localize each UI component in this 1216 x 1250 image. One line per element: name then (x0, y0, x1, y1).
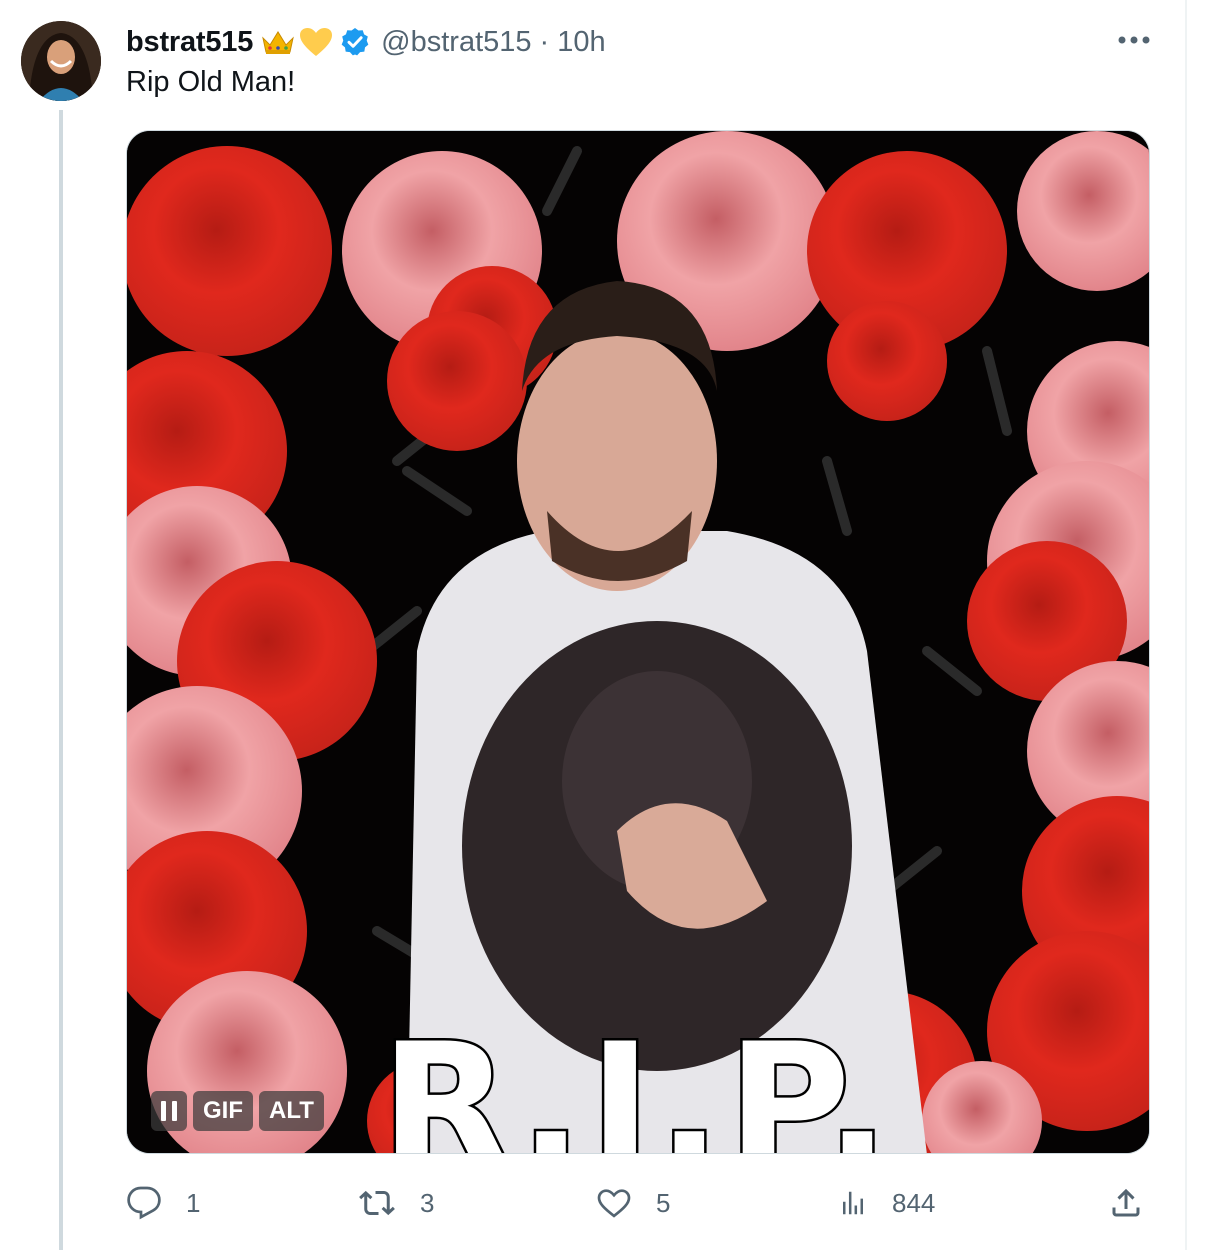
alt-text-button[interactable]: ALT (259, 1091, 324, 1131)
timestamp[interactable]: 10h (557, 26, 605, 59)
media-controls: GIF ALT (151, 1091, 324, 1131)
share-icon (1112, 1188, 1140, 1217)
yellow-heart-icon (299, 27, 333, 57)
rip-gif-image (127, 131, 1149, 1153)
pause-icon (161, 1101, 177, 1121)
retweet-icon (359, 1190, 395, 1216)
tweet-header: bstrat515 @bstrat515 · 10h (126, 22, 606, 62)
share-button[interactable] (1108, 1180, 1144, 1226)
user-handle[interactable]: @bstrat515 (381, 26, 531, 59)
retweet-button[interactable]: 3 (358, 1180, 434, 1226)
tweet-text: Rip Old Man! (126, 66, 296, 98)
rip-overlay-text: R.I.P. (378, 1007, 896, 1154)
avatar[interactable] (21, 21, 101, 101)
separator-dot: · (539, 25, 550, 58)
verified-badge-icon (339, 26, 371, 58)
view-count: 844 (892, 1187, 936, 1218)
gif-media[interactable]: R.I.P. GIF ALT (126, 130, 1150, 1154)
retweet-count: 3 (420, 1187, 435, 1218)
reply-count: 1 (186, 1187, 201, 1218)
more-dots-icon (1118, 36, 1150, 44)
thread-line (59, 110, 63, 1250)
analytics-icon (843, 1191, 863, 1215)
pause-button[interactable] (151, 1091, 187, 1131)
like-count: 5 (656, 1187, 671, 1218)
views-button[interactable]: 844 (838, 1180, 935, 1226)
heart-icon (597, 1189, 631, 1218)
more-options-button[interactable] (1114, 25, 1154, 55)
display-name[interactable]: bstrat515 (126, 26, 253, 59)
gif-badge: GIF (193, 1091, 253, 1131)
tweet-actions: 1 3 5 844 (126, 1180, 1150, 1226)
crown-emoji-icon (261, 28, 295, 56)
reply-button[interactable]: 1 (126, 1180, 200, 1226)
like-button[interactable]: 5 (596, 1180, 670, 1226)
reply-icon (127, 1186, 161, 1220)
column-border (1185, 0, 1187, 1250)
